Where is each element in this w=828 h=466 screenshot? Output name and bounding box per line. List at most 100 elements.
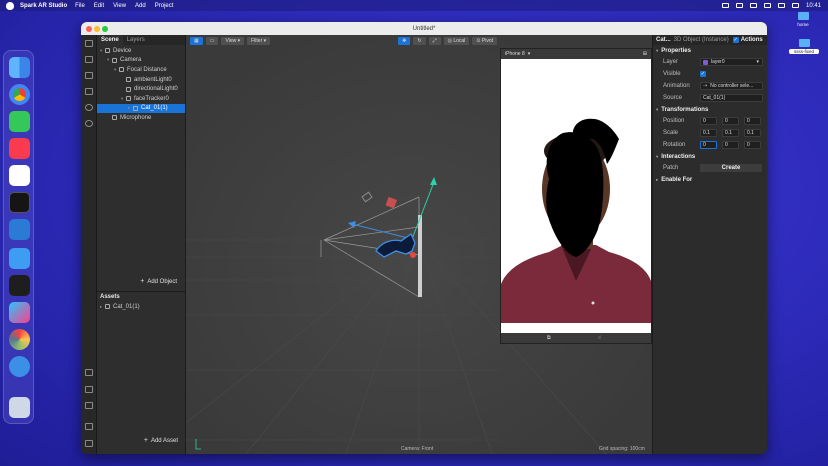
menu-file[interactable]: File bbox=[75, 3, 85, 9]
clock[interactable]: 10:41 bbox=[806, 3, 821, 9]
add-object-button[interactable]: + Add Object bbox=[140, 278, 177, 285]
tab-scene[interactable]: Scene bbox=[97, 35, 123, 45]
scale-z-input[interactable]: 0.1 bbox=[744, 129, 761, 137]
rotation-x-input[interactable]: 0 bbox=[700, 141, 717, 149]
mail-icon[interactable] bbox=[9, 248, 30, 269]
source-field[interactable]: Cat_01(1) bbox=[700, 94, 763, 102]
view-menu[interactable]: View ▾ bbox=[221, 37, 245, 45]
device-select[interactable]: iPhone 8 bbox=[505, 51, 525, 57]
minimize-icon[interactable] bbox=[94, 25, 100, 32]
interactions-section[interactable]: ▾ Interactions bbox=[653, 151, 767, 162]
position-z-input[interactable]: 0 bbox=[744, 117, 761, 125]
music-icon[interactable] bbox=[9, 138, 30, 159]
actions-button[interactable]: Actions bbox=[741, 37, 763, 43]
viewport[interactable]: ▦ ▭ View ▾ Filter ▾ ✥ ↻ ⤢ ◎ Local ⊙ Pivo… bbox=[186, 35, 652, 454]
focal-plane bbox=[418, 215, 422, 297]
search-icon[interactable] bbox=[777, 3, 785, 8]
scale-x-input[interactable]: 0.1 bbox=[700, 129, 717, 137]
chrome-icon[interactable] bbox=[9, 84, 30, 105]
export-icon[interactable] bbox=[85, 402, 93, 409]
menu-edit[interactable]: Edit bbox=[94, 3, 104, 9]
transformations-section[interactable]: ▾ Transformations bbox=[653, 104, 767, 115]
menu-add[interactable]: Add bbox=[135, 3, 146, 9]
help-icon[interactable] bbox=[85, 440, 93, 447]
scene-tree-label: directionalLight0 bbox=[134, 86, 178, 93]
layer-select[interactable]: layer0 ▾ bbox=[700, 58, 763, 66]
touch-icon[interactable]: ☝ bbox=[598, 335, 601, 341]
terminal-icon[interactable] bbox=[9, 192, 30, 213]
node-icon bbox=[126, 86, 131, 92]
scene-tree-item[interactable]: ▾ Camera bbox=[97, 56, 185, 66]
refresh-icon[interactable] bbox=[85, 104, 93, 111]
add-asset-button[interactable]: + Add Asset bbox=[144, 437, 178, 444]
animation-row: Animation ⇢ No controller sele... bbox=[653, 80, 767, 92]
position-x-input[interactable]: 0 bbox=[700, 117, 717, 125]
actions-checkbox[interactable]: ✓ bbox=[732, 37, 739, 43]
scene-tree-item[interactable]: ▾ Focal Distance bbox=[97, 65, 185, 75]
slack-icon[interactable] bbox=[9, 165, 30, 186]
simulator-preview[interactable]: iPhone 8 ▾ ⊞ ⧉ ☝ bbox=[500, 48, 652, 344]
video-icon[interactable] bbox=[735, 3, 743, 8]
viewport-toolbar: ▦ ▭ View ▾ Filter ▾ ✥ ↻ ⤢ ◎ Local ⊙ Pivo… bbox=[186, 35, 652, 47]
desktop-icon-file[interactable]: ssss-fixed bbox=[789, 39, 819, 54]
patch-icon[interactable] bbox=[85, 386, 93, 393]
menu-view[interactable]: View bbox=[113, 3, 126, 9]
trash-icon[interactable] bbox=[9, 397, 30, 418]
figma-icon[interactable] bbox=[9, 275, 30, 296]
split-view-button[interactable]: ▭ bbox=[205, 37, 219, 45]
move-tool-button[interactable]: ✥ bbox=[398, 37, 411, 45]
spark-ar-icon[interactable] bbox=[9, 302, 30, 323]
rotate-tool-button[interactable]: ↻ bbox=[413, 37, 426, 45]
filter-menu[interactable]: Filter ▾ bbox=[247, 37, 271, 45]
scene-tree-item[interactable]: ▾ Device bbox=[97, 46, 185, 56]
chevron-down-icon: ▾ bbox=[756, 59, 759, 65]
control-center-icon[interactable] bbox=[791, 3, 799, 8]
position-y-input[interactable]: 0 bbox=[722, 117, 739, 125]
scene-view-icon[interactable] bbox=[85, 40, 93, 47]
color-picker-icon[interactable] bbox=[9, 329, 30, 350]
scene-tree-item[interactable]: ambientLight0 bbox=[97, 75, 185, 85]
asset-item[interactable]: ▸ Cat_01(1) bbox=[97, 302, 186, 312]
tab-layers[interactable]: Layers bbox=[123, 35, 149, 45]
scale-tool-button[interactable]: ⤢ bbox=[428, 37, 441, 45]
menu-project[interactable]: Project bbox=[155, 3, 174, 9]
settings-icon[interactable] bbox=[85, 423, 93, 430]
folder-icon[interactable] bbox=[85, 369, 93, 376]
scale-y-input[interactable]: 0.1 bbox=[722, 129, 739, 137]
tweetbot-icon[interactable] bbox=[9, 356, 30, 377]
grid-view-button[interactable]: ▦ bbox=[190, 37, 203, 45]
finder-icon[interactable] bbox=[9, 57, 30, 78]
vscode-icon[interactable] bbox=[9, 219, 30, 240]
layers-icon[interactable] bbox=[85, 72, 93, 79]
local-toggle[interactable]: ◎ Local bbox=[443, 37, 470, 45]
scene-tree-item[interactable]: directionalLight0 bbox=[97, 84, 185, 94]
close-icon[interactable] bbox=[86, 25, 92, 32]
scene-tree-item[interactable]: ▾ faceTracker0 bbox=[97, 94, 185, 104]
rotation-y-input[interactable]: 0 bbox=[722, 141, 739, 149]
zoom-icon[interactable] bbox=[102, 25, 108, 32]
pivot-toggle[interactable]: ⊙ Pivot bbox=[472, 37, 498, 45]
desktop-icon-home[interactable]: home bbox=[792, 12, 814, 27]
camera-switch-icon[interactable]: ⧉ bbox=[547, 335, 551, 341]
wifi-icon[interactable] bbox=[749, 3, 757, 8]
square-icon[interactable] bbox=[85, 88, 93, 95]
apple-icon[interactable] bbox=[6, 1, 14, 10]
enable-for-section[interactable]: ▸ Enable For bbox=[653, 174, 767, 185]
messages-icon[interactable] bbox=[9, 111, 30, 132]
scene-tree-item[interactable]: Microphone bbox=[97, 113, 185, 123]
menubar-app-name[interactable]: Spark AR Studio bbox=[20, 3, 67, 9]
scene-tree-label: faceTracker0 bbox=[134, 95, 169, 102]
battery-icon[interactable] bbox=[763, 3, 771, 8]
gizmo-x-handle[interactable] bbox=[410, 252, 416, 258]
rotation-z-input[interactable]: 0 bbox=[744, 141, 761, 149]
properties-section[interactable]: ▾ Properties bbox=[653, 45, 767, 56]
scene-tree-item[interactable]: ▸ Cat_01(1) bbox=[97, 103, 185, 114]
search-icon[interactable] bbox=[85, 120, 93, 127]
display-icon[interactable] bbox=[721, 3, 729, 8]
camera-icon[interactable] bbox=[85, 56, 93, 63]
visible-checkbox[interactable]: ✓ bbox=[700, 71, 706, 77]
animation-select[interactable]: ⇢ No controller sele... bbox=[700, 82, 763, 90]
create-patch-button[interactable]: Create bbox=[700, 164, 762, 172]
expand-icon[interactable]: ⊞ bbox=[643, 51, 647, 57]
chevron-down-icon[interactable]: ▾ bbox=[528, 51, 531, 57]
